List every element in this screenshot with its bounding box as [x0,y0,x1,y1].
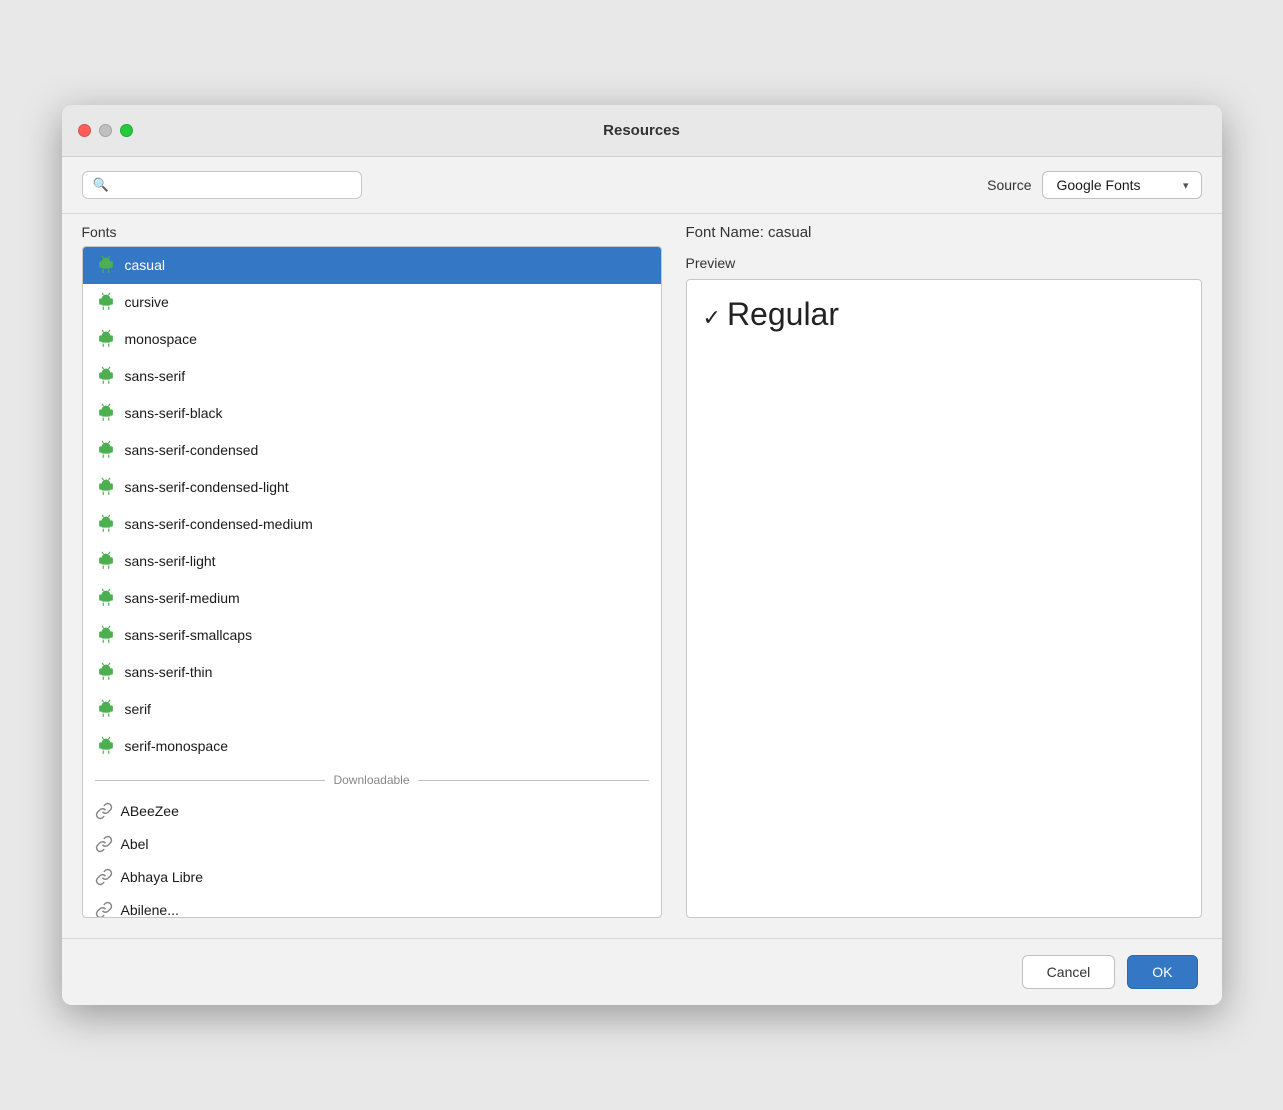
link-icon [95,835,113,853]
android-icon [95,624,117,646]
cancel-button[interactable]: Cancel [1022,955,1116,989]
footer: Cancel OK [62,938,1222,1005]
font-item-label: sans-serif-condensed [125,442,259,458]
android-icon [95,365,117,387]
font-item-downloadable[interactable]: ABeeZee [83,795,661,828]
font-item-label: ABeeZee [121,803,179,819]
font-item[interactable]: sans-serif-medium [83,580,661,617]
font-item-label: sans-serif-black [125,405,223,421]
font-item[interactable]: sans-serif-condensed-light [83,469,661,506]
traffic-lights [78,124,133,137]
font-item[interactable]: casual [83,247,661,284]
android-icon [95,254,117,276]
font-item-label: sans-serif-condensed-light [125,479,289,495]
link-icon [95,901,113,917]
font-item[interactable]: serif [83,691,661,728]
preview-label: Preview [686,255,1202,271]
divider-line [95,780,326,781]
font-item[interactable]: sans-serif-thin [83,654,661,691]
search-input[interactable] [115,177,351,193]
source-label: Source [987,177,1031,193]
font-item-label: Abilene... [121,902,179,917]
source-dropdown-value: Google Fonts [1057,177,1141,193]
font-item[interactable]: sans-serif-condensed [83,432,661,469]
font-item[interactable]: sans-serif-condensed-medium [83,506,661,543]
window-title: Resources [603,122,680,139]
font-item-label: sans-serif-condensed-medium [125,516,313,532]
divider-line-right [418,780,649,781]
android-icon [95,513,117,535]
ok-button[interactable]: OK [1127,955,1197,989]
android-icon [95,661,117,683]
font-list[interactable]: casual cursive monospace [83,247,661,917]
font-item[interactable]: sans-serif-light [83,543,661,580]
font-item-label: sans-serif-smallcaps [125,627,253,643]
maximize-button[interactable] [120,124,133,137]
preview-box: ✓Regular [686,279,1202,918]
android-icon [95,328,117,350]
font-item-label: sans-serif [125,368,186,384]
android-icon [95,402,117,424]
link-icon [95,802,113,820]
font-item[interactable]: serif-monospace [83,728,661,765]
font-item[interactable]: cursive [83,284,661,321]
source-dropdown[interactable]: Google Fonts ▾ [1042,171,1202,199]
search-box[interactable]: 🔍 [82,171,362,199]
font-item-label: sans-serif-light [125,553,216,569]
font-item-downloadable[interactable]: Abilene... [83,894,661,917]
divider-label: Downloadable [333,773,409,787]
font-item[interactable]: monospace [83,321,661,358]
main-content: Fonts casual cursive [62,214,1222,938]
font-item-label: Abhaya Libre [121,869,204,885]
android-icon [95,439,117,461]
font-item[interactable]: sans-serif [83,358,661,395]
font-item-label: cursive [125,294,169,310]
close-button[interactable] [78,124,91,137]
font-item[interactable]: sans-serif-smallcaps [83,617,661,654]
android-icon [95,476,117,498]
preview-text-value: Regular [727,296,839,332]
link-icon [95,868,113,886]
left-panel: Fonts casual cursive [82,214,662,918]
right-panel: Font Name: casual Preview ✓Regular [662,214,1202,918]
fonts-section-label: Fonts [82,214,662,240]
checkmark-icon: ✓ [703,305,721,330]
toolbar: 🔍 Source Google Fonts ▾ [62,157,1222,214]
android-icon [95,291,117,313]
source-row: Source Google Fonts ▾ [987,171,1201,199]
chevron-down-icon: ▾ [1183,179,1189,192]
font-item-label: sans-serif-medium [125,590,240,606]
android-icon [95,550,117,572]
font-name-header: Font Name: casual [686,224,1202,241]
font-item-label: casual [125,257,165,273]
font-list-container: casual cursive monospace [82,246,662,918]
font-item-label: serif [125,701,151,717]
android-icon [95,735,117,757]
font-item-label: sans-serif-thin [125,664,213,680]
font-item[interactable]: sans-serif-black [83,395,661,432]
preview-text: ✓Regular [703,296,840,333]
title-bar: Resources [62,105,1222,157]
font-item-label: serif-monospace [125,738,229,754]
resources-window: Resources 🔍 Source Google Fonts ▾ Fonts [62,105,1222,1005]
android-icon [95,587,117,609]
font-item-label: Abel [121,836,149,852]
search-icon: 🔍 [93,177,109,193]
minimize-button[interactable] [99,124,112,137]
font-item-downloadable[interactable]: Abhaya Libre [83,861,661,894]
font-item-label: monospace [125,331,197,347]
font-item-downloadable[interactable]: Abel [83,828,661,861]
section-divider: Downloadable [83,765,661,795]
android-icon [95,698,117,720]
